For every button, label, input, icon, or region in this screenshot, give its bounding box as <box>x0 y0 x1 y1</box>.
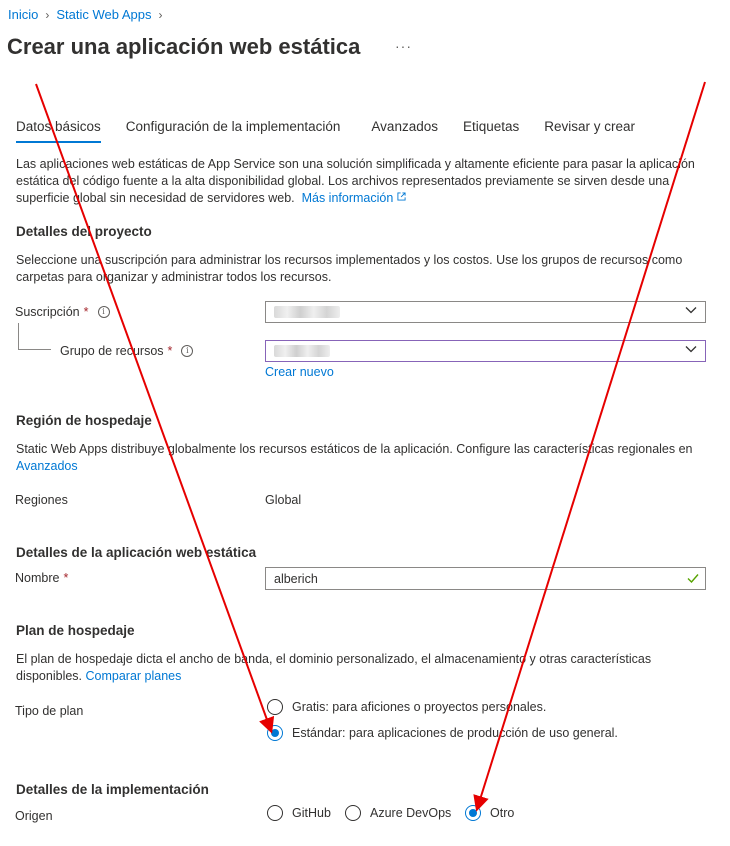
external-link-icon <box>397 192 406 201</box>
create-new-link[interactable]: Crear nuevo <box>265 365 334 379</box>
subscription-dropdown[interactable] <box>265 301 706 323</box>
name-label: Nombre * <box>15 571 69 585</box>
radio-azure-devops[interactable] <box>345 805 361 821</box>
source-option-github[interactable]: GitHub <box>267 805 331 821</box>
hosting-plan-heading: Plan de hospedaje <box>16 623 135 638</box>
name-value: alberich <box>274 571 318 586</box>
resource-group-label: Grupo de recursos * i <box>60 344 194 358</box>
tab-revisar-crear[interactable]: Revisar y crear <box>544 119 635 143</box>
chevron-right-icon: › <box>45 7 50 22</box>
resource-group-dropdown[interactable] <box>265 340 706 362</box>
intro-paragraph: Las aplicaciones web estáticas de App Se… <box>16 156 706 207</box>
source-option-azure-devops-label: Azure DevOps <box>370 806 452 820</box>
project-details-text: Seleccione una suscripción para administ… <box>16 253 683 284</box>
info-icon: i <box>181 345 194 357</box>
radio-free[interactable] <box>267 699 283 715</box>
project-details-heading: Detalles del proyecto <box>16 224 152 239</box>
source-option-otro[interactable]: Otro <box>465 805 514 821</box>
advanced-link[interactable]: Avanzados <box>16 459 78 473</box>
tab-bar: Datos básicos Configuración de la implem… <box>16 119 660 143</box>
regions-label: Regiones <box>15 493 68 507</box>
hosting-region-heading: Región de hospedaje <box>16 413 152 428</box>
plan-option-standard-label: Estándar: para aplicaciones de producció… <box>292 726 618 740</box>
breadcrumb-inicio[interactable]: Inicio <box>8 7 38 22</box>
deployment-details-heading: Detalles de la implementación <box>16 782 209 797</box>
learn-more-link[interactable]: Más información <box>302 191 407 205</box>
source-option-azure-devops[interactable]: Azure DevOps <box>345 805 451 821</box>
subscription-label: Suscripción * i <box>15 305 110 319</box>
hosting-plan-paragraph: El plan de hospedaje dicta el ancho de b… <box>16 651 706 685</box>
plan-type-label: Tipo de plan <box>15 704 84 718</box>
name-input[interactable]: alberich <box>265 567 706 590</box>
chevron-down-icon <box>685 307 697 314</box>
source-option-github-label: GitHub <box>292 806 331 820</box>
page-title: Crear una aplicación web estática <box>7 34 361 59</box>
source-label: Origen <box>15 809 53 823</box>
chevron-down-icon <box>685 346 697 353</box>
regions-value: Global <box>265 493 302 507</box>
redacted-value <box>274 306 340 318</box>
tree-connector <box>18 323 51 350</box>
info-icon: i <box>97 306 110 318</box>
tab-configuracion-implementacion[interactable]: Configuración de la implementación <box>126 119 341 143</box>
hosting-region-text: Static Web Apps distribuye globalmente l… <box>16 442 693 456</box>
tab-etiquetas[interactable]: Etiquetas <box>463 119 519 143</box>
tab-datos-basicos[interactable]: Datos básicos <box>16 119 101 143</box>
app-details-heading: Detalles de la aplicación web estática <box>16 545 257 560</box>
radio-github[interactable] <box>267 805 283 821</box>
checkmark-icon <box>687 574 699 583</box>
source-option-otro-label: Otro <box>490 806 515 820</box>
plan-option-free[interactable]: Gratis: para aficiones o proyectos perso… <box>267 699 546 715</box>
plan-option-free-label: Gratis: para aficiones o proyectos perso… <box>292 700 547 714</box>
plan-option-standard[interactable]: Estándar: para aplicaciones de producció… <box>267 725 618 741</box>
compare-plans-link[interactable]: Comparar planes <box>86 669 182 683</box>
redacted-value <box>274 345 330 357</box>
radio-otro[interactable] <box>465 805 481 821</box>
radio-standard[interactable] <box>267 725 283 741</box>
hosting-region-paragraph: Static Web Apps distribuye globalmente l… <box>16 441 706 475</box>
breadcrumb: Inicio › Static Web Apps › <box>8 7 170 22</box>
chevron-right-icon: › <box>158 7 163 22</box>
tab-avanzados[interactable]: Avanzados <box>371 119 438 143</box>
breadcrumb-static-web-apps[interactable]: Static Web Apps <box>56 7 151 22</box>
more-options-icon[interactable]: ··· <box>395 38 412 54</box>
